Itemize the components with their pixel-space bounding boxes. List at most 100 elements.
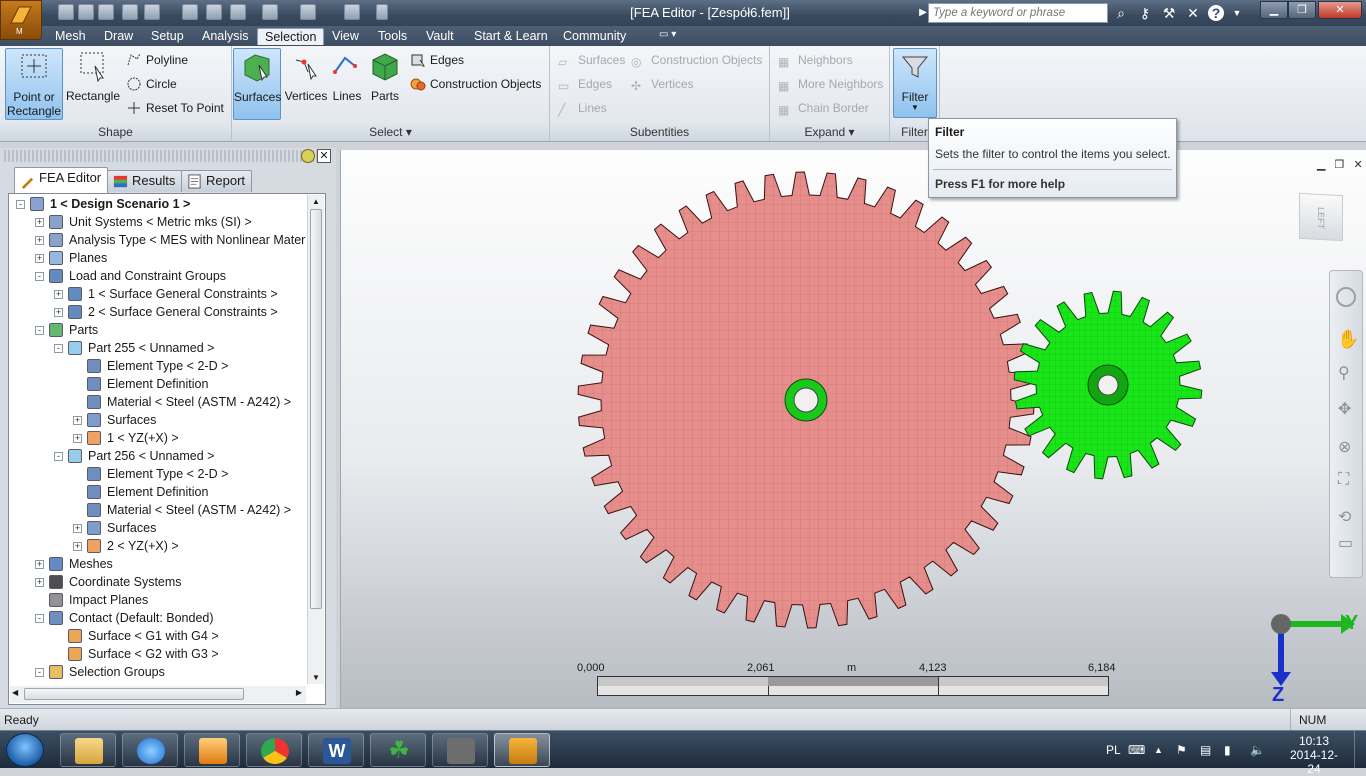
scroll-down-icon[interactable]: ▼ xyxy=(312,673,320,682)
polyline-button[interactable]: Polyline xyxy=(126,50,188,70)
lines-select-button[interactable]: Lines xyxy=(329,48,365,120)
rectangle-button[interactable]: Rectangle xyxy=(65,48,121,120)
construction-objects-button[interactable]: Construction Objects xyxy=(410,74,541,94)
subentities-lines-button[interactable]: ╱ Lines xyxy=(558,98,607,118)
tree-horizontal-scrollbar[interactable]: ◀ ▶ xyxy=(10,686,306,703)
ribbon-options-icon[interactable]: ▭ ▾ xyxy=(652,28,683,45)
expand-icon[interactable]: + xyxy=(35,236,44,245)
taskbar-autodesk-simulation[interactable] xyxy=(494,733,550,767)
volume-icon[interactable]: 🔈 xyxy=(1250,743,1265,757)
parts-select-button[interactable]: Parts xyxy=(367,48,403,120)
key-icon[interactable]: ⚷ xyxy=(1136,4,1154,22)
view-icon[interactable] xyxy=(344,4,360,20)
start-button[interactable] xyxy=(6,733,44,767)
search-input[interactable] xyxy=(928,3,1108,23)
viewport-close-icon[interactable]: ✕ xyxy=(1353,159,1362,171)
horizontal-scroll-thumb[interactable] xyxy=(24,688,244,700)
collapse-icon[interactable]: - xyxy=(54,452,63,461)
expand-icon[interactable]: + xyxy=(73,416,82,425)
taskbar-chrome[interactable] xyxy=(246,733,302,767)
save-icon[interactable] xyxy=(98,4,114,20)
gear-model[interactable] xyxy=(341,150,1366,708)
clock[interactable]: 10:13 2014-12-24 xyxy=(1284,734,1344,776)
tab-results[interactable]: Results xyxy=(107,170,183,192)
tree-node[interactable]: + Meshes xyxy=(10,555,306,573)
application-menu-button[interactable]: M xyxy=(0,0,42,40)
tree-node[interactable]: Impact Planes xyxy=(10,591,306,609)
tree-node[interactable]: Element Type < 2-D > xyxy=(10,357,306,375)
model-viewport[interactable]: ▁ ❐ ✕ LEFT ✋ ⚲ ✥ ⊗ ⛶ ⟲ ▭ 0,000 2,061 m 4… xyxy=(340,150,1366,708)
tree-node[interactable]: - Parts xyxy=(10,321,306,339)
tree-node[interactable]: +1 < Surface General Constraints > xyxy=(10,285,306,303)
surfaces-select-button[interactable]: Surfaces xyxy=(233,48,281,120)
tree-node[interactable]: - Selection Groups xyxy=(10,663,306,681)
expand-icon[interactable]: + xyxy=(54,308,63,317)
tree-node[interactable]: + Surfaces xyxy=(10,411,306,429)
viewport-restore-icon[interactable]: ❐ xyxy=(1335,159,1345,171)
tree-node[interactable]: + Surfaces xyxy=(10,519,306,537)
vertical-scroll-thumb[interactable] xyxy=(310,209,322,609)
tree-node[interactable]: Element Definition xyxy=(10,375,306,393)
tree-node[interactable]: - Contact (Default: Bonded) xyxy=(10,609,306,627)
menu-setup[interactable]: Setup xyxy=(144,28,191,45)
taskbar-word[interactable]: W xyxy=(308,733,364,767)
action-center-icon[interactable]: ⚑ xyxy=(1176,743,1187,757)
orbit-icon[interactable]: ✥ xyxy=(1338,399,1351,419)
new-icon[interactable] xyxy=(58,4,74,20)
collapse-icon[interactable]: - xyxy=(35,614,44,623)
tree-vertical-scrollbar[interactable]: ▲ ▼ xyxy=(307,195,324,684)
tree-node[interactable]: Element Type < 2-D > xyxy=(10,465,306,483)
select-group-label[interactable]: Select ▾ xyxy=(232,123,549,141)
menu-analysis[interactable]: Analysis xyxy=(195,28,256,45)
tree-node[interactable]: Surface < G1 with G4 > xyxy=(10,627,306,645)
panel-grip[interactable] xyxy=(4,150,330,162)
edit-icon[interactable] xyxy=(182,4,198,20)
menu-community[interactable]: Community xyxy=(556,28,633,45)
collapse-icon[interactable]: - xyxy=(54,344,63,353)
point-or-rectangle-button[interactable]: Point or Rectangle xyxy=(5,48,63,120)
center-icon[interactable]: ⊗ xyxy=(1338,437,1351,457)
language-indicator[interactable]: PL xyxy=(1106,743,1121,757)
tree-node[interactable]: - Load and Constraint Groups xyxy=(10,267,306,285)
show-hidden-icons[interactable]: ▲ xyxy=(1154,745,1163,755)
help-icon[interactable]: ? xyxy=(1208,5,1224,21)
edges-select-button[interactable]: Edges xyxy=(410,50,464,70)
menu-tools[interactable]: Tools xyxy=(371,28,414,45)
open-icon[interactable] xyxy=(78,4,94,20)
tree-node[interactable]: +2 < Surface General Constraints > xyxy=(10,303,306,321)
menu-selection[interactable]: Selection xyxy=(257,28,325,45)
menu-mesh[interactable]: Mesh xyxy=(48,28,93,45)
close-button[interactable]: ✕ xyxy=(1318,1,1362,19)
tree-node[interactable]: + Coordinate Systems xyxy=(10,573,306,591)
subentities-edges-button[interactable]: ▭ Edges xyxy=(558,74,612,94)
show-desktop-button[interactable] xyxy=(1354,731,1366,769)
taskbar-app[interactable] xyxy=(432,733,488,767)
minimize-button[interactable]: ▁ xyxy=(1260,1,1288,19)
menu-draw[interactable]: Draw xyxy=(97,28,140,45)
pin-icon[interactable] xyxy=(301,149,315,163)
scroll-up-icon[interactable]: ▲ xyxy=(312,197,320,206)
menu-vault[interactable]: Vault xyxy=(419,28,461,45)
tree-node[interactable]: + Unit Systems < Metric mks (SI) > xyxy=(10,213,306,231)
viewport-minimize-icon[interactable]: ▁ xyxy=(1317,159,1325,171)
zoom-icon[interactable]: ⚲ xyxy=(1338,363,1350,383)
reset-to-point-button[interactable]: Reset To Point xyxy=(126,98,224,118)
collapse-icon[interactable]: - xyxy=(35,272,44,281)
tree-node[interactable]: Material < Steel (ASTM - A242) > xyxy=(10,393,306,411)
tree-node[interactable]: + Planes xyxy=(10,249,306,267)
network-icon[interactable]: ▮ xyxy=(1224,743,1231,757)
taskbar-solitaire[interactable]: ☘ xyxy=(370,733,426,767)
view-options-icon[interactable]: ▭ xyxy=(1338,533,1353,553)
collapse-icon[interactable]: - xyxy=(35,326,44,335)
page-icon[interactable] xyxy=(230,4,246,20)
collapse-icon[interactable]: - xyxy=(35,668,44,677)
expand-icon[interactable]: + xyxy=(54,290,63,299)
more-neighbors-button[interactable]: ▦ More Neighbors xyxy=(778,74,883,94)
x-icon[interactable]: ✕ xyxy=(1184,4,1202,22)
tools-icon[interactable]: ⚒ xyxy=(1160,4,1178,22)
pan-icon[interactable]: ✋ xyxy=(1337,329,1359,350)
scroll-right-icon[interactable]: ▶ xyxy=(296,688,302,697)
filter-button[interactable]: Filter ▼ xyxy=(893,48,937,118)
menu-view[interactable]: View xyxy=(325,28,366,45)
expand-icon[interactable]: + xyxy=(73,434,82,443)
